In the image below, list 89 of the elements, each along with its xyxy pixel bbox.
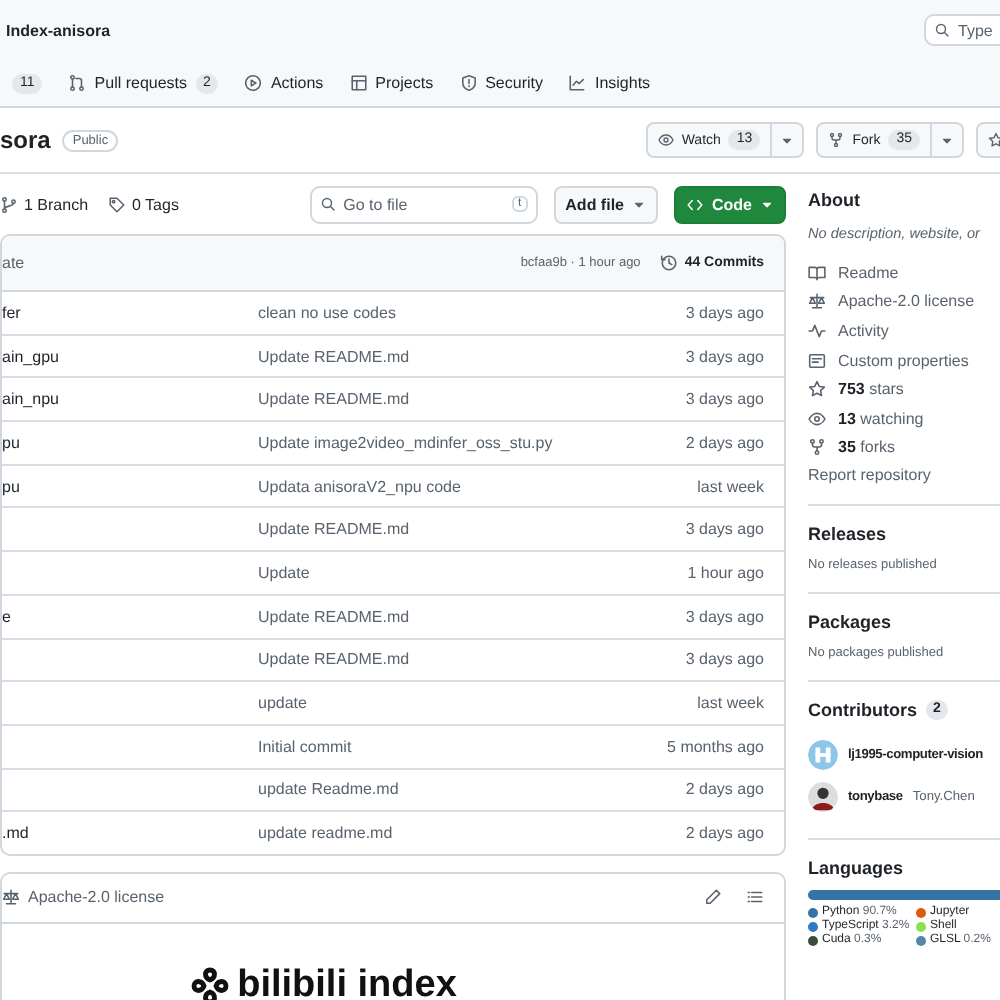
scale-icon <box>808 292 826 311</box>
graph-icon <box>568 74 587 92</box>
about-link[interactable]: Readme <box>838 263 899 282</box>
file-name[interactable]: .md <box>2 824 29 843</box>
table-icon <box>349 74 368 92</box>
section-title[interactable]: Packages <box>808 612 1000 633</box>
nav-tab[interactable]: Insights <box>568 74 651 92</box>
tags-link[interactable]: 0 Tags <box>108 195 179 213</box>
repository-name[interactable]: Index-anisora <box>6 21 111 39</box>
commit-date: 3 days ago <box>685 607 764 626</box>
file-name[interactable]: ain_npu <box>2 390 59 409</box>
tag-icon <box>108 195 127 213</box>
caret-icon <box>940 133 954 147</box>
file-name[interactable]: pu <box>2 433 20 452</box>
add-file-button[interactable]: Add file <box>553 185 658 223</box>
edit-icon <box>704 888 722 907</box>
section-title: About <box>808 190 862 210</box>
section-title[interactable]: Contributors <box>808 700 917 721</box>
file-name[interactable]: ain_gpu <box>2 347 59 366</box>
file-name[interactable]: e <box>2 607 11 626</box>
commit-message[interactable]: Updata anisoraV2_npu code <box>258 477 461 496</box>
nav-tab[interactable]: Security <box>459 74 543 92</box>
about-link[interactable]: Activity <box>838 321 889 340</box>
commit-message[interactable]: update Readme.md <box>258 780 399 799</box>
fork-icon <box>828 132 845 148</box>
search-field[interactable]: Type <box>924 14 1000 46</box>
commit-date: 3 days ago <box>685 347 764 366</box>
eye-icon <box>808 409 826 428</box>
nav-tab[interactable]: Projects <box>349 74 434 92</box>
pulse-icon <box>808 321 826 340</box>
commit-message[interactable]: update <box>258 694 307 713</box>
branch-link[interactable]: 1 Branch <box>0 195 89 213</box>
about-link[interactable]: 13 watching <box>838 409 924 428</box>
commit-date: 2 days ago <box>685 780 764 799</box>
history-icon <box>660 254 679 272</box>
fork-icon <box>808 438 826 457</box>
commit-message[interactable]: Update README.md <box>258 607 410 626</box>
eye-icon <box>657 132 674 148</box>
note-icon <box>808 351 826 370</box>
commit-message[interactable]: Update README.md <box>258 520 410 539</box>
commit-message[interactable]: Update image2video_mdinfer_oss_stu.py <box>258 433 553 452</box>
section-title: Languages <box>808 858 906 879</box>
file-name[interactable]: fer <box>2 303 21 322</box>
commit-message[interactable]: update readme.md <box>258 824 393 843</box>
repository-title: sora <box>0 126 51 154</box>
shield-icon <box>459 74 478 92</box>
caret-icon <box>780 133 795 147</box>
fork-menu-button[interactable] <box>932 122 964 158</box>
column-header: ate <box>2 254 25 272</box>
play-icon <box>244 74 263 92</box>
section-title[interactable]: Releases <box>808 524 1000 545</box>
about-link[interactable]: 35 forks <box>838 438 895 457</box>
commit-date: 3 days ago <box>685 390 764 409</box>
caret-icon <box>760 197 774 211</box>
scale-icon <box>2 888 20 907</box>
branch-icon <box>0 195 18 213</box>
commit-message[interactable]: Update <box>258 563 310 582</box>
commit-date: 2 days ago <box>685 824 764 843</box>
commit-date: last week <box>697 477 764 496</box>
nav-tab[interactable]: Actions <box>244 74 324 92</box>
outline-icon <box>746 888 764 907</box>
code-icon <box>686 195 704 213</box>
book-icon <box>808 263 826 282</box>
commit-date: 3 days ago <box>685 303 764 322</box>
watch-menu-button[interactable] <box>772 122 805 158</box>
star-icon <box>808 380 826 399</box>
logo: bilibili index <box>189 963 457 1000</box>
commit-message[interactable]: Update README.md <box>258 390 410 409</box>
report-link[interactable]: Report repository <box>808 466 1000 485</box>
about-link[interactable]: Custom properties <box>838 351 969 370</box>
caret-icon <box>632 197 646 211</box>
code-button[interactable]: Code <box>674 185 786 223</box>
about-link[interactable]: Apache-2.0 license <box>838 292 975 311</box>
commit-message[interactable]: Initial commit <box>258 737 352 756</box>
star-icon <box>988 132 1000 148</box>
commit-message[interactable]: Update README.md <box>258 347 410 366</box>
commit-date: 1 hour ago <box>687 563 764 582</box>
pull-request-icon <box>68 74 87 92</box>
readme-tab[interactable]: Apache-2.0 license <box>28 888 165 907</box>
commit-message[interactable]: Update README.md <box>258 650 410 669</box>
about-link[interactable]: 753 stars <box>838 380 904 399</box>
file-name[interactable]: pu <box>2 477 20 496</box>
commit-date: 5 months ago <box>667 737 764 756</box>
commit-date: last week <box>697 694 764 713</box>
commit-message[interactable]: clean no use codes <box>258 303 396 322</box>
commit-date: 2 days ago <box>685 433 764 452</box>
commit-date: 3 days ago <box>685 650 764 669</box>
avatar[interactable] <box>808 782 838 813</box>
commit-date: 3 days ago <box>685 520 764 539</box>
